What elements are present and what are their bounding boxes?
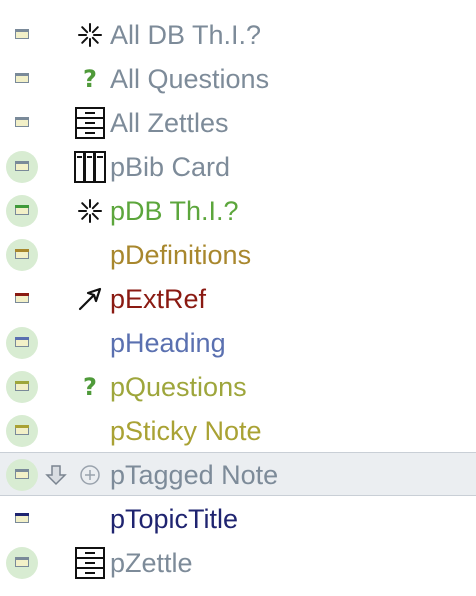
row-label: pSticky Note	[110, 416, 262, 446]
row-label: pTagged Note	[110, 460, 279, 490]
row-label: pHeading	[110, 328, 226, 358]
question-icon: ?	[83, 373, 97, 401]
outline-list: All DB Th.I.?? All Questions All Zettles pB…	[0, 0, 476, 596]
add-icon[interactable]	[78, 463, 102, 487]
window-icon[interactable]	[15, 337, 29, 347]
row-label: All Questions	[110, 64, 270, 94]
sparkle-icon	[72, 196, 108, 226]
window-icon[interactable]	[15, 469, 29, 479]
row-label: All DB Th.I.?	[110, 20, 262, 50]
row-label: All Zettles	[110, 108, 229, 138]
outline-row[interactable]: ? pQuestions	[0, 365, 476, 409]
window-icon[interactable]	[15, 73, 29, 83]
outline-row[interactable]: pTopicTitle	[0, 497, 476, 541]
window-icon[interactable]	[15, 161, 29, 171]
outline-row[interactable]: All DB Th.I.?	[0, 13, 476, 57]
outline-row[interactable]: pZettle	[0, 541, 476, 585]
books-icon	[72, 151, 108, 183]
outline-row[interactable]: pSticky Note	[0, 409, 476, 453]
window-icon[interactable]	[15, 425, 29, 435]
row-label: pExtRef	[110, 284, 207, 314]
cabinet-icon	[72, 547, 108, 579]
outline-row[interactable]: pHeading	[0, 321, 476, 365]
window-icon[interactable]	[15, 293, 29, 303]
window-icon[interactable]	[15, 249, 29, 259]
window-icon[interactable]	[15, 117, 29, 127]
row-label: pBib Card	[110, 152, 231, 182]
outline-row[interactable]: pBib Card	[0, 145, 476, 189]
window-icon[interactable]	[15, 513, 29, 523]
row-label: pDefinitions	[110, 240, 252, 270]
arrow-icon	[72, 284, 108, 314]
row-label: pDB Th.I.?	[110, 196, 239, 226]
drag-handle-icon[interactable]	[44, 463, 68, 487]
question-icon: ?	[83, 65, 97, 93]
window-icon[interactable]	[15, 381, 29, 391]
outline-row[interactable]: pExtRef	[0, 277, 476, 321]
window-icon[interactable]	[15, 205, 29, 215]
cabinet-icon	[72, 107, 108, 139]
sparkle-icon	[72, 20, 108, 50]
window-icon[interactable]	[15, 557, 29, 567]
outline-row[interactable]: ? All Questions	[0, 57, 476, 101]
row-label: pZettle	[110, 548, 193, 578]
row-label: pTopicTitle	[110, 504, 239, 534]
window-icon[interactable]	[15, 29, 29, 39]
outline-row[interactable]: pDB Th.I.?	[0, 189, 476, 233]
outline-row[interactable]: pDefinitions	[0, 233, 476, 277]
outline-row[interactable]: pTagged Note	[0, 452, 476, 496]
row-label: pQuestions	[110, 372, 247, 402]
outline-row[interactable]: All Zettles	[0, 101, 476, 145]
